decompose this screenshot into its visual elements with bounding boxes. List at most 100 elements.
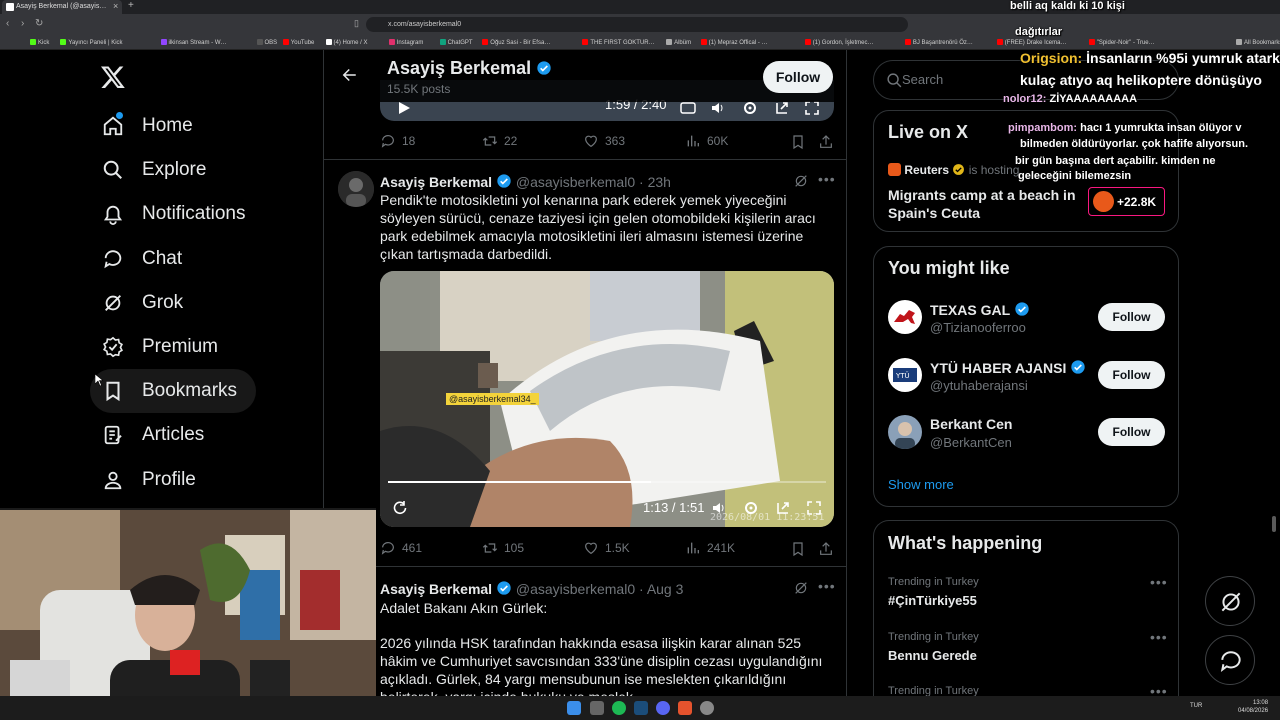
sidebar-item-grok[interactable]: Grok (90, 281, 195, 325)
clock[interactable]: 13:08 04/08/2026 (1238, 699, 1268, 715)
more-options-icon[interactable]: ••• (1150, 629, 1168, 645)
tweet-avatar[interactable] (338, 171, 374, 207)
more-options-icon[interactable]: ••• (818, 171, 836, 187)
bookmark-item[interactable]: BJ Başantrenörü Öz… (904, 39, 973, 46)
suggested-user-name[interactable]: TEXAS GAL (930, 301, 1030, 318)
sidebar-item-home[interactable]: Home (90, 104, 205, 148)
fullscreen-icon[interactable] (806, 500, 822, 516)
spotify-icon[interactable] (612, 701, 626, 715)
sidebar-item-notifications[interactable]: Notifications (90, 192, 258, 236)
browser-tab[interactable]: Asayiş Berkemal (@asayis… × (2, 0, 122, 14)
like-button[interactable]: 1.5K (583, 540, 630, 556)
tweet-author-handle[interactable]: @asayisberkemal0 (516, 174, 635, 190)
suggested-user-name[interactable]: Berkant Cen (930, 416, 1012, 432)
follow-button[interactable]: Follow (1098, 303, 1165, 331)
bookmark-item[interactable]: ChatGPT (439, 39, 473, 46)
grok-icon[interactable] (793, 173, 809, 189)
bookmark-item[interactable]: OBS (256, 39, 277, 46)
sidebar-item-articles[interactable]: Articles (90, 413, 216, 457)
more-options-icon[interactable]: ••• (1150, 574, 1168, 590)
brave-icon[interactable] (678, 701, 692, 715)
new-tab-icon[interactable]: + (128, 0, 134, 11)
views-button[interactable]: 241K (685, 540, 735, 556)
bookmark-icon[interactable] (790, 541, 806, 557)
system-tray[interactable]: TUR (1190, 703, 1202, 709)
bookmark-icon[interactable] (790, 134, 806, 150)
pip-icon[interactable] (774, 100, 790, 116)
sidebar-item-explore[interactable]: Explore (90, 148, 218, 192)
like-button[interactable]: 363 (583, 133, 625, 149)
bookmark-item[interactable]: THE FIRST GOKTUR… (582, 39, 655, 46)
close-tab-icon[interactable]: × (113, 1, 118, 11)
x-logo-icon[interactable] (100, 64, 126, 90)
avatar[interactable]: YTÜ (888, 357, 922, 392)
bookmark-item[interactable]: ilkinsan Stream - W… (160, 39, 227, 46)
volume-icon[interactable] (711, 500, 727, 516)
follow-button[interactable]: Follow (1098, 418, 1165, 446)
live-topic[interactable]: Migrants camp at a beach in Spain's Ceut… (888, 186, 1078, 222)
messages-fab[interactable] (1205, 635, 1255, 685)
replay-icon[interactable] (392, 500, 408, 516)
language-indicator[interactable]: TUR (1190, 703, 1202, 709)
bookmark-item[interactable]: YouTube (282, 39, 314, 46)
forward-nav-icon[interactable]: › (21, 18, 24, 29)
tweet-author-name[interactable]: Asayiş Berkemal (380, 581, 492, 597)
fullscreen-icon[interactable] (804, 100, 820, 116)
suggested-user-name[interactable]: YTÜ HABER AJANSI (930, 359, 1086, 376)
share-icon[interactable] (818, 541, 834, 557)
captions-icon[interactable] (680, 100, 696, 116)
back-arrow-icon[interactable] (340, 66, 358, 84)
video-progress-bar[interactable] (388, 481, 826, 483)
start-windows-icon[interactable] (567, 701, 581, 715)
bookmark-item[interactable]: Yayıncı Paneli | Kick (60, 39, 123, 46)
live-listener-count[interactable]: +22.8K (1088, 187, 1165, 216)
bookmark-item[interactable]: Instagram (388, 39, 423, 46)
follow-button[interactable]: Follow (1098, 360, 1165, 389)
trend-name[interactable]: #ÇinTürkiye55 (888, 593, 977, 608)
repost-button[interactable]: 105 (482, 540, 524, 556)
bookmark-page-icon[interactable]: ▯ (354, 18, 359, 29)
reload-icon[interactable]: ↻ (35, 18, 43, 29)
reply-button[interactable]: 461 (380, 540, 422, 556)
sidebar-item-premium[interactable]: Premium (90, 325, 230, 369)
pip-icon[interactable] (775, 500, 791, 516)
grok-icon[interactable] (793, 580, 809, 596)
address-bar[interactable]: x.com/asayisberkemal0 (366, 17, 908, 32)
bookmark-item[interactable]: (4) Home / X (325, 39, 368, 46)
tweet-time[interactable]: 23h (648, 174, 671, 190)
tweet-author-handle[interactable]: @asayisberkemal0 (516, 581, 635, 597)
tweet-time[interactable]: Aug 3 (647, 581, 684, 597)
volume-icon[interactable] (710, 100, 726, 116)
views-button[interactable]: 60K (685, 133, 728, 149)
share-icon[interactable] (818, 134, 834, 150)
settings-gear-icon[interactable] (742, 100, 758, 116)
play-icon[interactable] (396, 100, 412, 116)
sidebar-item-label: Grok (142, 291, 184, 313)
sidebar-item-profile[interactable]: Profile (90, 458, 208, 502)
video-player[interactable]: @asayisberkemal34_ 1:13 / 1:51 2026/08/0… (380, 271, 834, 527)
settings-gear-icon[interactable] (743, 500, 759, 516)
back-nav-icon[interactable]: ‹ (6, 18, 9, 29)
sidebar-item-chat[interactable]: Chat (90, 237, 194, 281)
bookmark-item[interactable]: (1) Gordon, İşletmec… (804, 39, 873, 46)
avatar[interactable] (888, 415, 922, 449)
bookmark-item[interactable]: (1) Mepraz Offical - … (700, 39, 768, 46)
more-options-icon[interactable]: ••• (818, 578, 836, 594)
page-scrollbar[interactable] (1272, 516, 1276, 532)
avatar[interactable] (888, 300, 922, 334)
bookmark-item[interactable]: Kick (30, 39, 49, 46)
show-more-link[interactable]: Show more (888, 477, 954, 492)
grok-fab[interactable] (1205, 576, 1255, 626)
tweet-author-name[interactable]: Asayiş Berkemal (380, 174, 492, 190)
reply-button[interactable]: 18 (380, 133, 415, 149)
trend-name[interactable]: Bennu Gerede (888, 648, 977, 663)
repost-button[interactable]: 22 (482, 133, 517, 149)
obs-icon[interactable] (700, 701, 714, 715)
steam-icon[interactable] (634, 701, 648, 715)
discord-icon[interactable] (656, 701, 670, 715)
taskview-icon[interactable] (590, 701, 604, 715)
follow-button[interactable]: Follow (763, 61, 833, 93)
bookmark-item[interactable]: Albüm (666, 39, 691, 46)
sidebar-item-bookmarks[interactable]: Bookmarks (90, 369, 256, 414)
bookmark-item[interactable]: Oğuz Sasi - Bir Efsa… (482, 39, 550, 46)
